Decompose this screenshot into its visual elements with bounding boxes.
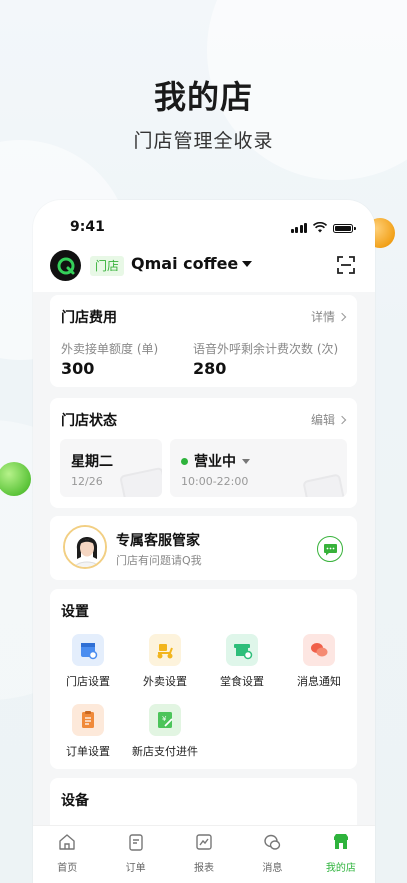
hero-title: 我的店	[153, 78, 253, 116]
tab-orders-label: 订单	[125, 863, 146, 874]
store-header: 门店 Qmai coffee	[33, 246, 375, 284]
status-title: 门店状态	[61, 413, 117, 429]
hero-subtitle: 门店管理全收录	[133, 130, 274, 152]
store-settings-label: 门店设置	[66, 675, 110, 688]
store-settings-item[interactable]: 门店设置	[50, 634, 126, 689]
delivery-quota-label: 外卖接单额度 (单)	[61, 342, 159, 356]
store-type-tag: 门店	[90, 256, 125, 276]
chat-bubble-icon	[323, 543, 337, 555]
store-selector[interactable]: Qmai coffee	[131, 254, 253, 273]
chat-button[interactable]	[317, 536, 343, 562]
weekday-box[interactable]: 星期二 12/26	[60, 439, 162, 497]
fees-detail-label: 详情	[310, 310, 335, 324]
home-icon	[59, 834, 75, 850]
tab-home[interactable]: 首页	[33, 826, 101, 883]
tab-reports-label: 报表	[194, 863, 215, 874]
message-icon	[264, 834, 281, 850]
business-status-label: 营业中	[194, 454, 236, 470]
weekday-date: 12/26	[71, 475, 103, 488]
voice-call-value: 280	[193, 359, 227, 378]
order-settings-label: 订单设置	[66, 745, 110, 758]
svg-text:¥: ¥	[162, 715, 167, 723]
tab-messages[interactable]: 消息	[238, 826, 306, 883]
customer-service-card[interactable]: 专属客服管家 门店有问题请Q我	[50, 516, 357, 580]
tab-orders[interactable]: 订单	[101, 826, 169, 883]
tab-messages-label: 消息	[262, 863, 283, 874]
payment-onboarding-item[interactable]: ¥ 新店支付进件	[127, 704, 203, 759]
message-notify-label: 消息通知	[297, 675, 341, 688]
tab-reports[interactable]: 报表	[170, 826, 238, 883]
tab-my-store-label: 我的店	[325, 863, 356, 874]
delivery-settings-label: 外卖设置	[143, 675, 187, 688]
delivery-settings-item[interactable]: 外卖设置	[127, 634, 203, 689]
fees-detail-link[interactable]: 详情	[310, 308, 347, 325]
open-status-dot	[181, 457, 188, 465]
status-edit-link[interactable]: 编辑	[310, 411, 347, 428]
delivery-scooter-icon	[149, 634, 181, 666]
status-bar: 9:41	[33, 200, 375, 250]
business-hours: 10:00-22:00	[181, 475, 249, 488]
status-edit-label: 编辑	[310, 413, 335, 427]
tab-my-store[interactable]: 我的店	[307, 826, 375, 883]
order-icon	[128, 834, 143, 851]
settings-card: 设置 门店设置 外卖设置 堂食设置 消息通知 订单设置 ¥ 新店支付进件	[50, 589, 357, 769]
battery-icon	[333, 224, 356, 233]
store-fees-card: 门店费用 详情 外卖接单额度 (单) 300 语音外呼剩余计费次数 (次) 28…	[50, 295, 357, 387]
store-settings-icon	[72, 634, 104, 666]
my-store-icon	[333, 834, 348, 849]
devices-title: 设备	[61, 793, 89, 809]
caret-down-icon	[242, 458, 250, 464]
message-notify-icon	[303, 634, 335, 666]
dine-in-settings-item[interactable]: 堂食设置	[204, 634, 280, 689]
order-settings-icon	[72, 704, 104, 736]
message-notify-item[interactable]: 消息通知	[281, 634, 357, 689]
payment-onboarding-icon: ¥	[149, 704, 181, 736]
settings-title: 设置	[61, 604, 89, 620]
dine-in-icon	[226, 634, 258, 666]
dine-in-settings-label: 堂食设置	[220, 675, 264, 688]
voice-call-label: 语音外呼剩余计费次数 (次)	[193, 342, 339, 356]
order-settings-item[interactable]: 订单设置	[50, 704, 126, 759]
scan-icon[interactable]	[337, 256, 355, 274]
status-time: 9:41	[70, 219, 105, 235]
report-icon	[196, 834, 212, 850]
phone-mockup: 9:41 门店 Qmai coffee 门店费用 详情 外卖接单额度 (单) 3…	[33, 200, 375, 883]
payment-onboarding-label: 新店支付进件	[132, 745, 198, 758]
cs-title: 专属客服管家	[116, 533, 200, 549]
store-logo	[50, 250, 81, 281]
signal-icon	[290, 223, 307, 233]
fees-title: 门店费用	[61, 310, 117, 326]
business-status-box[interactable]: 营业中 10:00-22:00	[170, 439, 347, 497]
weekday-label: 星期二	[71, 454, 113, 470]
avatar	[63, 525, 107, 569]
delivery-quota-value: 300	[61, 359, 95, 378]
shop-deco-icon	[302, 473, 346, 497]
bottom-tab-bar: 首页 订单 报表 消息 我的店	[33, 825, 375, 883]
chevron-right-icon	[337, 312, 347, 321]
calendar-deco-icon	[119, 466, 162, 497]
cs-subtitle: 门店有问题请Q我	[116, 554, 202, 567]
wifi-icon	[313, 222, 327, 233]
tab-home-label: 首页	[57, 863, 78, 874]
caret-down-icon	[242, 260, 253, 267]
chevron-right-icon	[337, 415, 347, 424]
store-status-card: 门店状态 编辑 星期二 12/26 营业中 10:00-22:00	[50, 398, 357, 508]
store-name: Qmai coffee	[131, 254, 239, 273]
